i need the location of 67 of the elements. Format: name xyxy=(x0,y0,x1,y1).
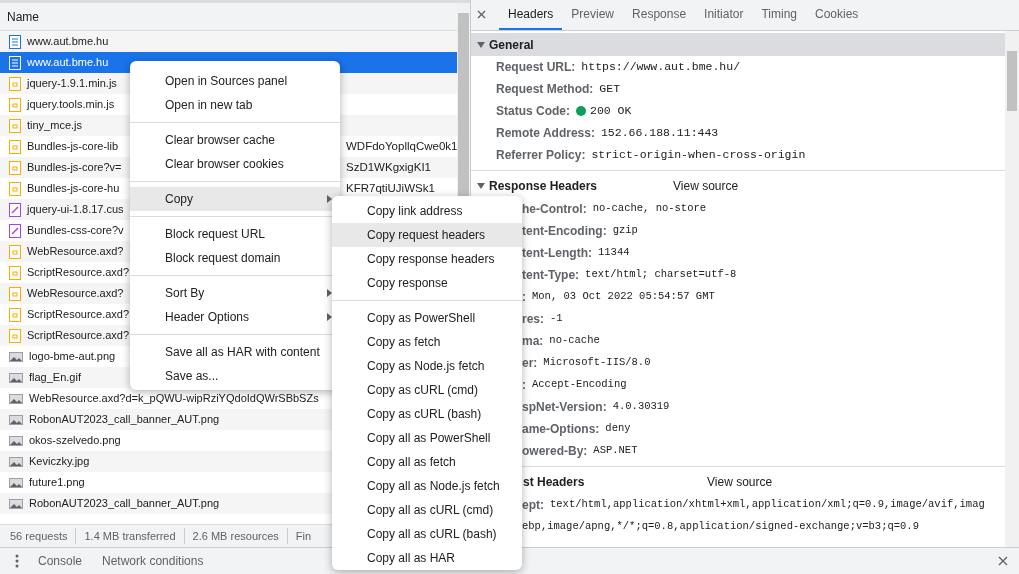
header-value: 11344 xyxy=(598,245,630,261)
header-name: Request URL: xyxy=(496,59,576,76)
header-value: strict-origin-when-cross-origin xyxy=(591,147,806,164)
file-name: future1.png xyxy=(29,475,85,491)
file-name: jquery-1.9.1.min.js xyxy=(27,76,117,92)
header-value: -1 xyxy=(550,311,563,327)
file-name: RobonAUT2023_call_banner_AUT.png xyxy=(29,412,220,428)
header-value: Accept-Encoding xyxy=(532,377,627,393)
status-text: Fin xyxy=(286,527,320,545)
file-name: okos-szelvedo.png xyxy=(29,433,121,449)
file-name: jquery-ui-1.8.17.cus xyxy=(27,202,124,218)
file-name-tail: SzD1WKgxigKI1 xyxy=(346,159,431,175)
file-name: WebResource.axd? xyxy=(27,244,124,260)
file-name: Bundles-css-core?v xyxy=(27,223,124,239)
file-name: flag_En.gif xyxy=(29,370,81,386)
file-name: tiny_mce.js xyxy=(27,118,83,134)
header-name: Status Code: xyxy=(496,103,570,120)
header-value: no-cache xyxy=(549,333,600,349)
header-name: tent-Encoding: xyxy=(522,223,607,240)
header-value: https://www.aut.bme.hu/ xyxy=(581,59,741,76)
header-value: Microsoft-IIS/8.0 xyxy=(543,355,651,371)
file-name: jquery.tools.min.js xyxy=(27,97,115,113)
header-name: he-Control: xyxy=(522,201,587,218)
header-value: ebp,image/apng,*/*;q=0.8,application/signed-exchange;v=b3;q=0.9 xyxy=(522,519,919,535)
header-value: gzip xyxy=(612,223,638,239)
file-name: Bundles-js-core?v= xyxy=(27,160,122,176)
header-name: owered-By: xyxy=(522,443,588,460)
header-name: Referrer Policy: xyxy=(496,147,586,164)
header-name: res: xyxy=(522,311,544,328)
status-text: 2.6 MB resources xyxy=(183,527,287,545)
file-name: WebResource.axd? xyxy=(27,286,124,302)
file-name: RobonAUT2023_call_banner_AUT.png xyxy=(29,496,220,512)
file-name: ScriptResource.axd? xyxy=(27,307,130,323)
header-name: ame-Options: xyxy=(522,421,600,438)
header-name: Request Method: xyxy=(496,81,594,98)
header-value: text/html; charset=utf-8 xyxy=(585,267,737,283)
status-text: 1.4 MB transferred xyxy=(75,527,184,545)
file-name: Keviczky.jpg xyxy=(29,454,90,470)
header-value: text/html,application/xhtml+xml,application/xml;q=0.9,image/avif,imag xyxy=(550,497,985,513)
header-name: : xyxy=(522,289,526,306)
file-name: Bundles-js-core-hu xyxy=(27,181,120,197)
header-value: 4.0.30319 xyxy=(612,399,670,415)
header-name: Remote Address: xyxy=(496,125,595,142)
header-name: ma: xyxy=(522,333,544,350)
file-name: ScriptResource.axd? xyxy=(27,328,130,344)
status-text: 56 requests xyxy=(9,528,69,544)
file-name: www.aut.bme.hu xyxy=(27,34,109,50)
header-name: ept: xyxy=(522,497,544,514)
header-name: tent-Type: xyxy=(522,267,580,284)
header-value: Mon, 03 Oct 2022 05:54:57 GMT xyxy=(532,289,715,305)
file-name-tail: WDFdoYopllqCwe0k1 xyxy=(346,138,458,154)
file-name: logo-bme-aut.png xyxy=(29,349,116,365)
file-name: ScriptResource.axd? xyxy=(27,265,130,281)
header-name: er: xyxy=(522,355,538,372)
header-value: no-cache, no-store xyxy=(592,201,707,217)
file-name: www.aut.bme.hu xyxy=(27,55,109,71)
file-name-tail: KFR7qtiUJiWSk1 xyxy=(346,180,435,196)
header-value: GET xyxy=(599,81,621,98)
file-name: WebResource.axd?d=k_pQWU-wipRziYQdoIdQWrSBbSZs xyxy=(29,391,319,407)
header-value: 200 OK xyxy=(590,103,632,120)
header-value: ASP.NET xyxy=(593,443,638,459)
header-value: deny xyxy=(605,421,631,437)
file-name: Bundles-js-core-lib xyxy=(27,139,119,155)
header-name: spNet-Version: xyxy=(522,399,607,416)
header-name: tent-Length: xyxy=(522,245,592,262)
header-value: 152.66.188.11:443 xyxy=(600,125,719,142)
header-name: : xyxy=(522,377,526,394)
